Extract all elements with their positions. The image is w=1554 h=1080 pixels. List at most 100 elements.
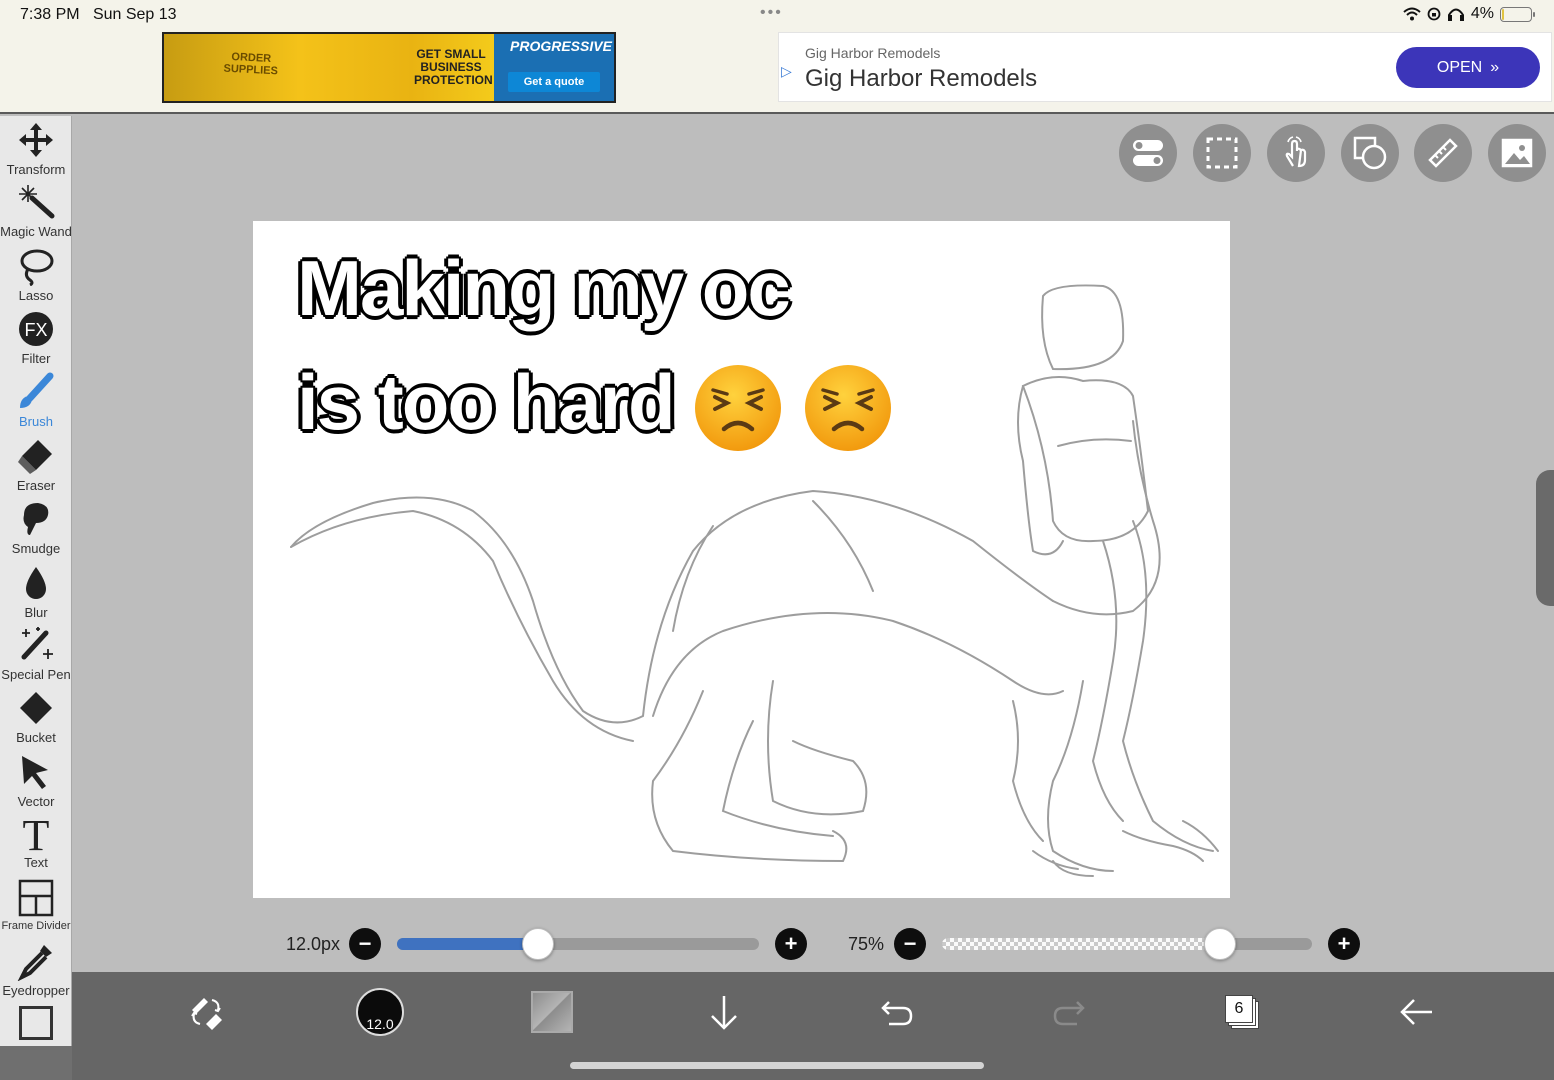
frame-divider-icon — [18, 879, 54, 917]
image-button[interactable] — [1488, 124, 1546, 182]
tool-label: Filter — [21, 351, 51, 366]
opacity-track[interactable] — [942, 938, 1312, 950]
tool-filter[interactable]: FX Filter — [0, 309, 72, 366]
ad-open-button[interactable]: OPEN» — [1396, 47, 1540, 88]
ruler-icon — [1428, 138, 1458, 168]
brush-size-track[interactable] — [397, 938, 759, 950]
shapes-icon — [1353, 136, 1387, 170]
tool-label: Smudge — [11, 541, 61, 556]
toggle-settings-icon — [1133, 140, 1163, 166]
lasso-icon — [20, 249, 54, 286]
tool-label: Eraser — [16, 478, 56, 493]
tool-text[interactable]: T Text — [0, 813, 72, 870]
home-indicator[interactable] — [570, 1062, 984, 1069]
shapes-button[interactable] — [1341, 124, 1399, 182]
banner-ad-left-text: ORDER SUPPLIES — [223, 50, 279, 78]
layers-count: 6 — [1234, 1000, 1244, 1017]
opacity-decrease-button[interactable]: − — [894, 928, 926, 960]
tool-smudge[interactable]: Smudge — [0, 499, 72, 556]
download-arrow-icon — [711, 996, 737, 1030]
ad-choices-icon[interactable]: ▷ — [781, 63, 792, 80]
persevering-face-icon — [805, 365, 892, 452]
color-swatch-button[interactable] — [526, 986, 578, 1038]
tool-vector[interactable]: Vector — [0, 752, 72, 809]
banner-ad-headline: GET SMALL BUSINESS PROTECTION — [414, 47, 493, 87]
ad-advertiser: Gig Harbor Remodels — [805, 45, 941, 61]
redo-icon — [1053, 1001, 1085, 1026]
drawing-canvas[interactable]: Making my oc is too hard — [253, 221, 1230, 898]
headphones-icon — [1447, 8, 1464, 21]
toggle-settings-button[interactable] — [1119, 124, 1177, 182]
tool-frame-divider[interactable]: Frame Divider — [0, 878, 72, 932]
banner-ad[interactable]: ORDER SUPPLIES GET SMALL BUSINESS PROTEC… — [162, 32, 616, 103]
brush-size-decrease-button[interactable]: − — [349, 928, 381, 960]
redo-button[interactable] — [1043, 986, 1095, 1038]
bucket-icon — [20, 692, 52, 724]
ruler-button[interactable] — [1414, 124, 1472, 182]
back-button[interactable] — [1390, 986, 1442, 1038]
brush-size-fill — [397, 938, 539, 950]
tool-label: Bucket — [16, 730, 56, 745]
special-pen-icon — [21, 627, 53, 660]
opacity-knob[interactable] — [1203, 928, 1236, 960]
status-indicators: 4% — [1403, 5, 1535, 23]
bottom-toolbar: 12.0 6 — [72, 972, 1554, 1080]
color-square-icon[interactable] — [19, 1006, 53, 1040]
back-arrow-icon — [1400, 999, 1432, 1025]
tool-blur[interactable]: Blur — [0, 563, 72, 620]
brush-size-knob[interactable] — [522, 928, 555, 960]
tool-label: Text — [24, 855, 48, 870]
tool-brush[interactable]: Brush — [0, 372, 72, 429]
selection-button[interactable] — [1193, 124, 1251, 182]
ad-title[interactable]: Gig Harbor Remodels — [805, 65, 1037, 93]
opacity-increase-button[interactable]: + — [1328, 928, 1360, 960]
hand-touch-button[interactable] — [1267, 124, 1325, 182]
banner-ad-cta-button[interactable]: Get a quote — [508, 72, 600, 92]
tool-magic-wand[interactable]: Magic Wand — [0, 182, 72, 239]
svg-text:FX: FX — [24, 320, 47, 340]
magic-wand-icon — [19, 185, 55, 219]
tool-label: Frame Divider — [1, 920, 71, 932]
rotation-lock-icon — [1427, 7, 1441, 21]
selection-icon — [1206, 137, 1238, 169]
canvas-text-line2: is too hard — [297, 357, 893, 453]
canvas-text-line2-text: is too hard — [297, 358, 676, 446]
brush-size-value: 12.0px — [286, 934, 341, 954]
undo-icon — [881, 1001, 913, 1026]
brush-size-increase-button[interactable]: + — [775, 928, 807, 960]
status-time: 7:38 PM Sun Sep 13 — [20, 6, 177, 23]
tool-special-pen[interactable]: Special Pen — [0, 625, 72, 682]
tool-label: Vector — [17, 794, 55, 809]
tool-transform[interactable]: Transform — [0, 120, 72, 177]
cursor-arrow-icon — [22, 756, 48, 789]
tool-label: Blur — [24, 605, 48, 620]
swap-tools-icon — [191, 998, 222, 1030]
battery-percent: 4% — [1470, 5, 1494, 22]
tool-label: Eyedropper — [2, 983, 70, 998]
move-arrows-icon — [19, 123, 53, 157]
swap-tools-button[interactable] — [180, 986, 232, 1038]
tool-eraser[interactable]: Eraser — [0, 436, 72, 493]
multitasking-dots[interactable]: ••• — [760, 4, 783, 22]
tool-lasso[interactable]: Lasso — [0, 246, 72, 303]
tool-bucket[interactable]: Bucket — [0, 688, 72, 745]
download-button[interactable] — [698, 986, 750, 1038]
tool-label: Lasso — [18, 288, 54, 303]
side-panel-handle[interactable] — [1536, 470, 1554, 606]
tool-label: Special Pen — [1, 667, 71, 682]
undo-button[interactable] — [871, 986, 923, 1038]
wifi-icon — [1403, 7, 1421, 21]
eyedropper-icon — [17, 945, 52, 981]
canvas-text-line1: Making my oc — [297, 244, 791, 332]
tool-label: Magic Wand — [0, 224, 72, 239]
layers-button[interactable]: 6 — [1216, 986, 1268, 1038]
svg-text:T: T — [23, 813, 50, 853]
top-area: 7:38 PM Sun Sep 13 ••• 4% ORDER SUPPLIES… — [0, 0, 1554, 114]
brush-size-button[interactable]: 12.0 — [354, 986, 406, 1038]
text-icon: T — [23, 813, 50, 853]
image-icon — [1501, 138, 1533, 168]
search-ad[interactable]: ▷ Gig Harbor Remodels Gig Harbor Remodel… — [778, 32, 1552, 102]
brush-size-icon: 12.0 — [356, 988, 404, 1036]
opacity-fill — [942, 938, 1220, 950]
tool-eyedropper[interactable]: Eyedropper — [0, 941, 72, 998]
